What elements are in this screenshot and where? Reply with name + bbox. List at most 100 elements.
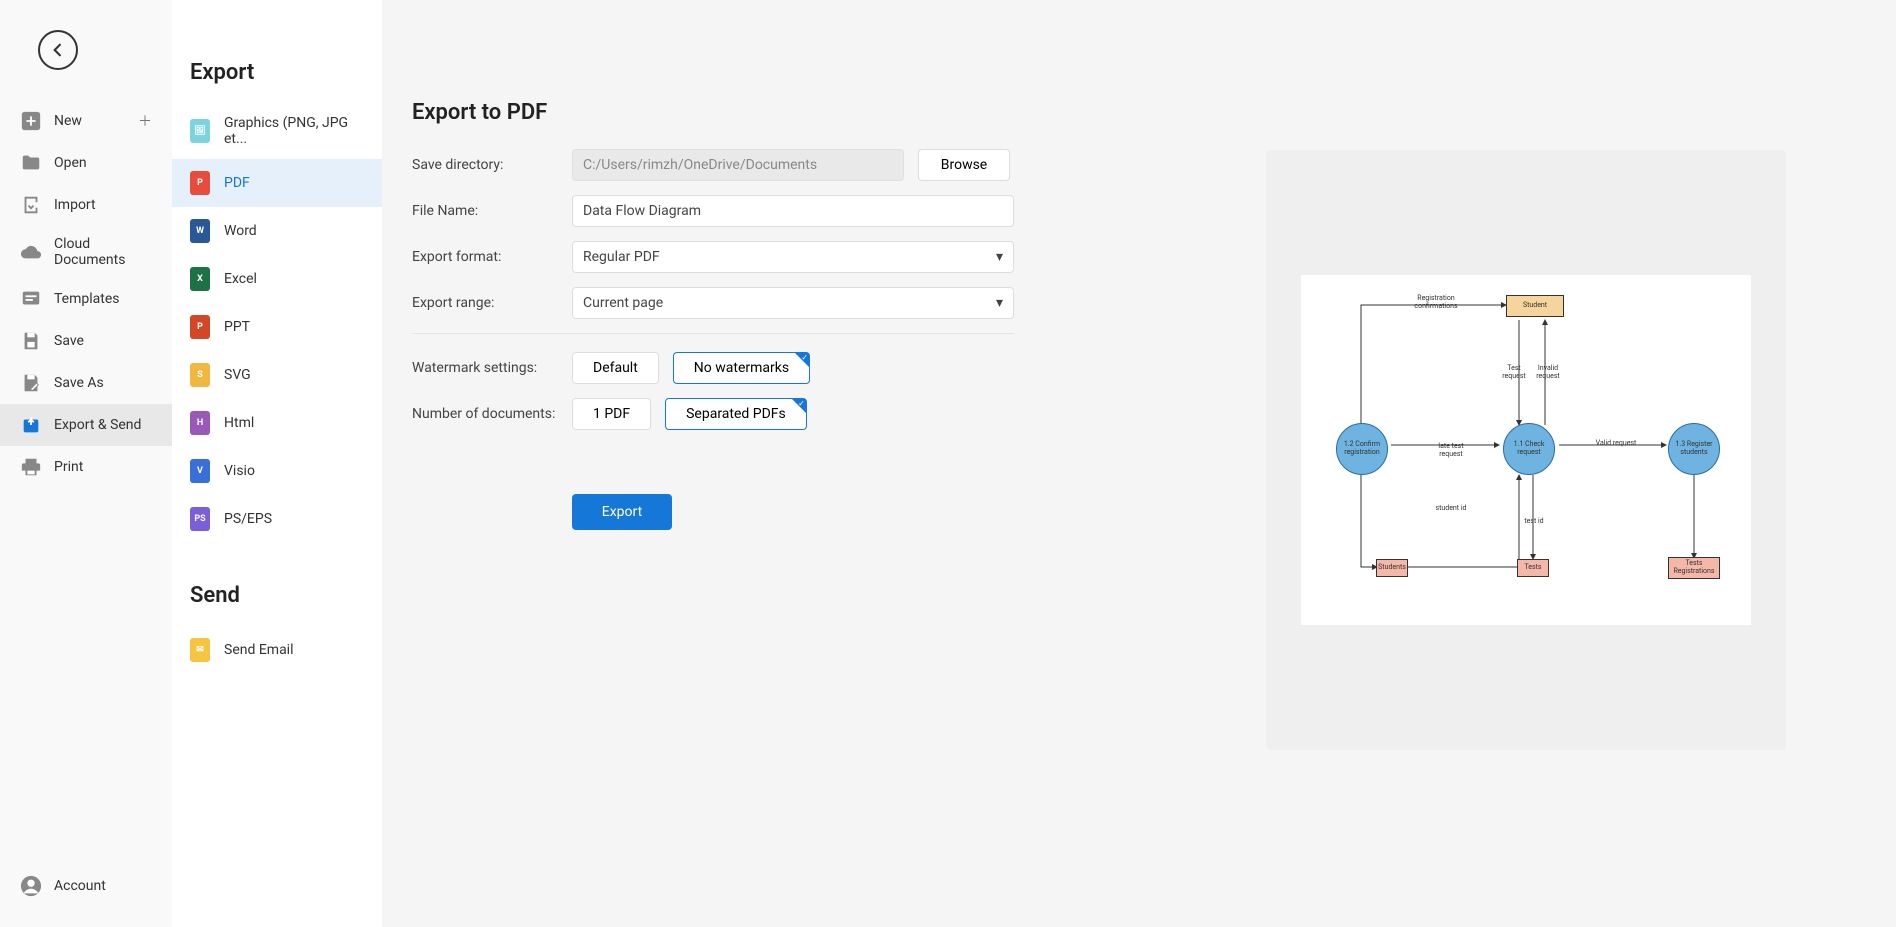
fmt-graphics[interactable]: 🖼 Graphics (PNG, JPG et... — [172, 103, 382, 159]
ps-file-icon: PS — [190, 507, 210, 531]
pdf-file-icon: P — [190, 171, 210, 195]
seg-label: No watermarks — [694, 360, 789, 376]
templates-icon — [20, 288, 42, 310]
fmt-word[interactable]: WWord — [172, 207, 382, 255]
fmt-label: Graphics (PNG, JPG et... — [224, 115, 364, 147]
divider — [412, 333, 1014, 334]
rail-save-as[interactable]: Save As — [0, 362, 172, 404]
preview-panel: Student 1.2 Confirm registration 1.1 Che… — [1266, 150, 1786, 750]
rail-label: Export & Send — [54, 417, 141, 433]
export-icon — [20, 414, 42, 436]
fmt-label: SVG — [224, 367, 251, 383]
chevron-down-icon: ▾ — [996, 295, 1003, 311]
back-button[interactable] — [38, 30, 78, 70]
rail-label: Import — [54, 197, 96, 213]
export-formats-panel: Export 🖼 Graphics (PNG, JPG et... P PDF WW… — [172, 0, 382, 927]
export-button[interactable]: Export — [572, 494, 672, 530]
fmt-ps[interactable]: PSPS/EPS — [172, 495, 382, 543]
label-save-dir: Save directory: — [412, 157, 572, 173]
edge-reg-conf: Registration confirmations — [1406, 295, 1466, 310]
left-rail: New＋ Open Import Cloud Documents Templat… — [0, 100, 172, 927]
rail-account[interactable]: Account — [0, 865, 172, 907]
label-file-name: File Name: — [412, 203, 572, 219]
word-file-icon: W — [190, 219, 210, 243]
fmt-svg[interactable]: S SVG — [172, 351, 382, 399]
node-confirm: 1.2 Confirm registration — [1336, 423, 1388, 475]
rail-cloud[interactable]: Cloud Documents — [0, 226, 172, 278]
check-corner-icon — [792, 399, 806, 413]
export-heading: Export — [172, 60, 382, 85]
send-heading: Send — [172, 583, 382, 608]
rail-new[interactable]: New＋ — [0, 100, 172, 142]
wm-default-button[interactable]: Default — [572, 352, 659, 384]
main-form-area: Export to PDF Save directory: C:/Users/r… — [382, 0, 1896, 927]
fmt-ppt[interactable]: P PPT — [172, 303, 382, 351]
visio-file-icon: V — [190, 459, 210, 483]
image-file-icon: 🖼 — [190, 119, 210, 143]
fmt-html[interactable]: H Html — [172, 399, 382, 447]
ppt-file-icon: P — [190, 315, 210, 339]
fmt-label: PPT — [224, 319, 250, 335]
rail-import[interactable]: Import — [0, 184, 172, 226]
node-register: 1.3 Register students — [1668, 423, 1720, 475]
label-export-format: Export format: — [412, 249, 572, 265]
save-icon — [20, 330, 42, 352]
chevron-down-icon: ▾ — [996, 249, 1003, 265]
fmt-label: Excel — [224, 271, 257, 287]
rail-label: Save — [54, 333, 84, 349]
send-email[interactable]: ✉ Send Email — [172, 626, 382, 674]
select-export-format[interactable]: Regular PDF▾ — [572, 241, 1014, 273]
node-check: 1.1 Check request — [1503, 423, 1555, 475]
html-file-icon: H — [190, 411, 210, 435]
cloud-icon — [20, 241, 42, 263]
fmt-label: Visio — [224, 463, 255, 479]
print-icon — [20, 456, 42, 478]
separated-pdf-button[interactable]: Separated PDFs — [665, 398, 807, 430]
edge-test-id: test id — [1519, 518, 1549, 526]
fmt-visio[interactable]: V Visio — [172, 447, 382, 495]
one-pdf-button[interactable]: 1 PDF — [572, 398, 651, 430]
label-export-range: Export range: — [412, 295, 572, 311]
node-student: Student — [1506, 295, 1564, 317]
seg-label: Separated PDFs — [686, 406, 786, 422]
select-value: Current page — [583, 295, 663, 311]
node-tests: Tests — [1517, 559, 1549, 577]
wm-none-button[interactable]: No watermarks — [673, 352, 810, 384]
edge-test-req: Test request — [1499, 365, 1529, 380]
save-as-icon — [20, 372, 42, 394]
edge-valid-req: Valid request — [1586, 440, 1646, 448]
browse-button[interactable]: Browse — [918, 149, 1010, 181]
plus-icon[interactable]: ＋ — [138, 111, 152, 131]
fmt-excel[interactable]: X Excel — [172, 255, 382, 303]
node-tests-reg: Tests Registrations — [1668, 557, 1720, 579]
label-watermark: Watermark settings: — [412, 360, 572, 376]
select-export-range[interactable]: Current page ▾ — [572, 287, 1014, 319]
fmt-label: Html — [224, 415, 254, 431]
page-title: Export to PDF — [412, 100, 1856, 125]
account-icon — [20, 875, 42, 897]
edge-late-test: late test request — [1426, 443, 1476, 458]
edge-invalid-req: Invalid request — [1533, 365, 1563, 380]
fmt-label: Send Email — [224, 642, 294, 658]
rail-label: Print — [54, 459, 83, 475]
rail-open[interactable]: Open — [0, 142, 172, 184]
rail-export-send[interactable]: Export & Send — [0, 404, 172, 446]
fmt-label: PDF — [224, 175, 250, 191]
rail-templates[interactable]: Templates — [0, 278, 172, 320]
input-file-name[interactable] — [572, 195, 1014, 227]
fmt-pdf[interactable]: P PDF — [172, 159, 382, 207]
rail-label: Cloud Documents — [54, 236, 152, 268]
excel-file-icon: X — [190, 267, 210, 291]
rail-label: Account — [54, 878, 106, 894]
node-students: Students — [1376, 559, 1408, 577]
input-save-dir: C:/Users/rimzh/OneDrive/Documents — [572, 149, 904, 181]
rail-print[interactable]: Print — [0, 446, 172, 488]
check-corner-icon — [795, 353, 809, 367]
rail-label: Open — [54, 155, 87, 171]
rail-save[interactable]: Save — [0, 320, 172, 362]
mail-icon: ✉ — [190, 638, 210, 662]
edge-student-id: student id — [1426, 505, 1476, 513]
import-icon — [20, 194, 42, 216]
svg-file-icon: S — [190, 363, 210, 387]
preview-canvas: Student 1.2 Confirm registration 1.1 Che… — [1301, 275, 1751, 625]
